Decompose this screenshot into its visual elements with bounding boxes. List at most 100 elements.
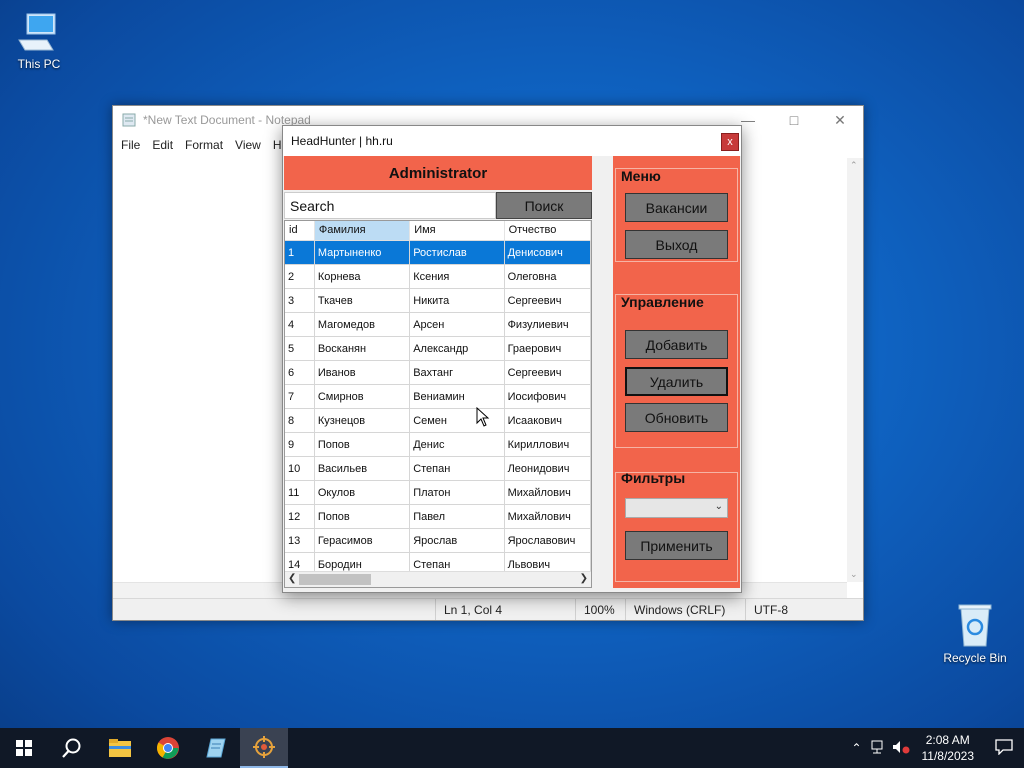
cell-surname[interactable]: Восканян: [315, 337, 411, 360]
taskbar-notepad[interactable]: [192, 728, 240, 768]
cell-surname[interactable]: Васильев: [315, 457, 411, 480]
notepad-vertical-scrollbar[interactable]: ⌃ ⌄: [847, 158, 863, 582]
table-row[interactable]: 1 Мартыненко Ростислав Денисович: [285, 241, 591, 265]
menu-file[interactable]: File: [115, 138, 146, 152]
cell-name[interactable]: Никита: [410, 289, 505, 312]
cell-name[interactable]: Денис: [410, 433, 505, 456]
cell-id[interactable]: 2: [285, 265, 315, 288]
desktop-icon-this-pc[interactable]: This PC: [0, 10, 79, 71]
cell-patronymic[interactable]: Граерович: [505, 337, 591, 360]
column-header-patronymic[interactable]: Отчество: [505, 221, 591, 240]
table-row[interactable]: 6 Иванов Вахтанг Сергеевич: [285, 361, 591, 385]
cell-surname[interactable]: Корнева: [315, 265, 411, 288]
cell-patronymic[interactable]: Олеговна: [505, 265, 591, 288]
start-button[interactable]: [0, 728, 48, 768]
menu-edit[interactable]: Edit: [146, 138, 179, 152]
cell-patronymic[interactable]: Исаакович: [505, 409, 591, 432]
cell-id[interactable]: 7: [285, 385, 315, 408]
employee-grid[interactable]: id Фамилия Имя Отчество 1 Мартыненко Рости…: [284, 220, 592, 588]
table-row[interactable]: 7 Смирнов Вениамин Иосифович: [285, 385, 591, 409]
cell-id[interactable]: 12: [285, 505, 315, 528]
table-row[interactable]: 10 Васильев Степан Леонидович: [285, 457, 591, 481]
filter-dropdown[interactable]: ⌄: [625, 498, 728, 518]
taskbar-headhunter-app[interactable]: [240, 728, 288, 768]
search-input[interactable]: [284, 192, 496, 219]
cell-name[interactable]: Вахтанг: [410, 361, 505, 384]
cell-patronymic[interactable]: Иосифович: [505, 385, 591, 408]
scroll-right-icon[interactable]: ❯: [580, 573, 588, 584]
menu-view[interactable]: View: [229, 138, 267, 152]
cell-patronymic[interactable]: Сергеевич: [505, 289, 591, 312]
cell-patronymic[interactable]: Ярославович: [505, 529, 591, 552]
chevron-up-icon[interactable]: ⌃: [846, 741, 868, 755]
scroll-down-icon[interactable]: ⌄: [850, 569, 858, 580]
desktop-icon-recycle-bin[interactable]: Recycle Bin: [935, 602, 1015, 665]
table-row[interactable]: 11 Окулов Платон Михайлович: [285, 481, 591, 505]
taskbar-file-explorer[interactable]: [96, 728, 144, 768]
cell-surname[interactable]: Герасимов: [315, 529, 411, 552]
table-row[interactable]: 3 Ткачев Никита Сергеевич: [285, 289, 591, 313]
table-row[interactable]: 2 Корнева Ксения Олеговна: [285, 265, 591, 289]
cell-id[interactable]: 8: [285, 409, 315, 432]
cell-id[interactable]: 3: [285, 289, 315, 312]
table-row[interactable]: 8 Кузнецов Семен Исаакович: [285, 409, 591, 433]
cell-name[interactable]: Степан: [410, 457, 505, 480]
refresh-button[interactable]: Обновить: [625, 403, 728, 432]
vacancies-button[interactable]: Вакансии: [625, 193, 728, 222]
table-row[interactable]: 9 Попов Денис Кириллович: [285, 433, 591, 457]
cell-id[interactable]: 6: [285, 361, 315, 384]
apply-filter-button[interactable]: Применить: [625, 531, 728, 560]
close-icon[interactable]: ✕: [817, 106, 863, 134]
cell-surname[interactable]: Кузнецов: [315, 409, 411, 432]
volume-muted-icon[interactable]: [890, 740, 912, 757]
table-row[interactable]: 4 Магомедов Арсен Физулиевич: [285, 313, 591, 337]
cell-id[interactable]: 10: [285, 457, 315, 480]
column-header-surname[interactable]: Фамилия: [314, 221, 411, 240]
cell-id[interactable]: 11: [285, 481, 315, 504]
scroll-left-icon[interactable]: ❮: [288, 573, 296, 584]
add-button[interactable]: Добавить: [625, 330, 728, 359]
cell-name[interactable]: Семен: [410, 409, 505, 432]
cell-patronymic[interactable]: Кириллович: [505, 433, 591, 456]
taskbar-chrome[interactable]: [144, 728, 192, 768]
cell-patronymic[interactable]: Физулиевич: [505, 313, 591, 336]
cell-name[interactable]: Ростислав: [410, 241, 505, 264]
cell-id[interactable]: 13: [285, 529, 315, 552]
table-row[interactable]: 5 Восканян Александр Граерович: [285, 337, 591, 361]
scrollbar-thumb[interactable]: [299, 574, 371, 585]
cell-surname[interactable]: Ткачев: [315, 289, 411, 312]
grid-horizontal-scrollbar[interactable]: ❮ ❯: [285, 571, 591, 587]
clock[interactable]: 2:08 AM 11/8/2023: [912, 732, 985, 764]
cell-patronymic[interactable]: Михайлович: [505, 505, 591, 528]
cell-name[interactable]: Павел: [410, 505, 505, 528]
cell-surname[interactable]: Иванов: [315, 361, 411, 384]
cell-patronymic[interactable]: Леонидович: [505, 457, 591, 480]
search-button[interactable]: [48, 728, 96, 768]
network-icon[interactable]: [868, 740, 890, 757]
cell-surname[interactable]: Попов: [315, 505, 411, 528]
column-header-name[interactable]: Имя: [410, 221, 505, 240]
cell-id[interactable]: 1: [285, 241, 315, 264]
cell-patronymic[interactable]: Михайлович: [505, 481, 591, 504]
cell-name[interactable]: Александр: [410, 337, 505, 360]
cell-patronymic[interactable]: Денисович: [505, 241, 591, 264]
app-titlebar[interactable]: HeadHunter | hh.ru: [283, 126, 741, 156]
cell-patronymic[interactable]: Сергеевич: [505, 361, 591, 384]
cell-id[interactable]: 5: [285, 337, 315, 360]
delete-button[interactable]: Удалить: [625, 367, 728, 396]
cell-name[interactable]: Арсен: [410, 313, 505, 336]
cell-surname[interactable]: Попов: [315, 433, 411, 456]
table-row[interactable]: 12 Попов Павел Михайлович: [285, 505, 591, 529]
cell-name[interactable]: Платон: [410, 481, 505, 504]
maximize-icon[interactable]: □: [771, 106, 817, 134]
cell-surname[interactable]: Мартыненко: [315, 241, 411, 264]
column-header-id[interactable]: id: [285, 221, 315, 240]
notifications-icon[interactable]: [984, 738, 1024, 758]
cell-id[interactable]: 4: [285, 313, 315, 336]
scroll-up-icon[interactable]: ⌃: [850, 160, 858, 171]
cell-surname[interactable]: Магомедов: [315, 313, 411, 336]
cell-name[interactable]: Ксения: [410, 265, 505, 288]
exit-button[interactable]: Выход: [625, 230, 728, 259]
menu-format[interactable]: Format: [179, 138, 229, 152]
cell-name[interactable]: Ярослав: [410, 529, 505, 552]
